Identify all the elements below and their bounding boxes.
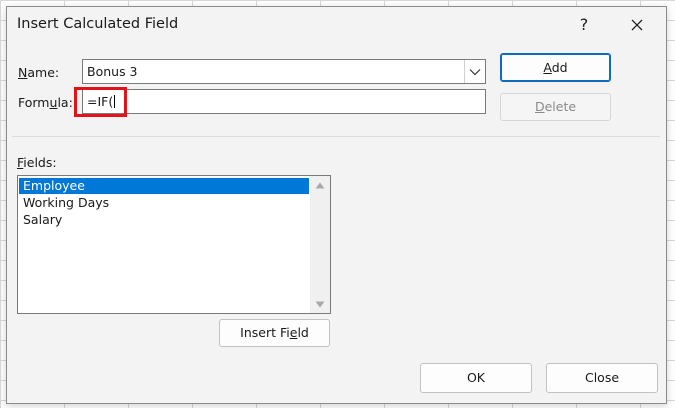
name-combobox[interactable]: Bonus 3 <box>82 59 486 84</box>
chevron-down-icon <box>469 68 481 75</box>
formula-highlight-box <box>74 87 127 117</box>
name-label: Name: <box>18 65 59 80</box>
fields-scrollbar[interactable] <box>310 176 330 313</box>
add-button-mnemonic: A <box>543 60 552 75</box>
delete-button-rest: elete <box>544 99 577 114</box>
add-button[interactable]: Add <box>500 53 611 82</box>
scroll-up-button[interactable] <box>310 176 330 194</box>
section-separator <box>12 136 660 137</box>
add-button-rest: dd <box>551 60 568 75</box>
scroll-up-arrow-icon <box>315 182 325 188</box>
insert-calculated-field-dialog: Insert Calculated Field ? Name: Bonus 3 … <box>6 6 667 404</box>
ok-button[interactable]: OK <box>420 363 532 393</box>
insert-field-button-prefix: Insert Fi <box>240 325 290 340</box>
list-item-salary[interactable]: Salary <box>19 212 309 228</box>
name-label-mnemonic: N <box>18 65 28 80</box>
delete-button[interactable]: Delete <box>500 93 611 121</box>
close-button[interactable]: Close <box>546 363 658 393</box>
formula-label: Formula: <box>18 95 73 110</box>
fields-label-rest: ields: <box>23 155 57 170</box>
formula-label-suffix: la: <box>57 95 73 110</box>
insert-field-button[interactable]: Insert Field <box>219 319 330 347</box>
list-item-employee[interactable]: Employee <box>19 178 309 194</box>
scroll-down-arrow-icon <box>315 301 325 307</box>
close-window-button[interactable] <box>622 11 652 39</box>
help-button[interactable]: ? <box>570 11 598 39</box>
formula-input[interactable]: =IF( <box>82 89 486 114</box>
name-combobox-value[interactable]: Bonus 3 <box>87 64 138 79</box>
scroll-down-button[interactable] <box>310 295 330 313</box>
name-dropdown-button[interactable] <box>464 60 485 83</box>
formula-label-prefix: Form <box>18 95 50 110</box>
fields-label: Fields: <box>17 155 57 170</box>
dialog-title: Insert Calculated Field <box>17 16 179 32</box>
list-item-working-days[interactable]: Working Days <box>19 195 309 211</box>
insert-field-button-rest: ld <box>297 325 309 340</box>
fields-listbox[interactable]: Employee Working Days Salary <box>17 175 331 314</box>
close-icon <box>631 19 643 31</box>
delete-button-mnemonic: D <box>534 99 545 114</box>
name-label-rest: ame: <box>27 65 60 80</box>
